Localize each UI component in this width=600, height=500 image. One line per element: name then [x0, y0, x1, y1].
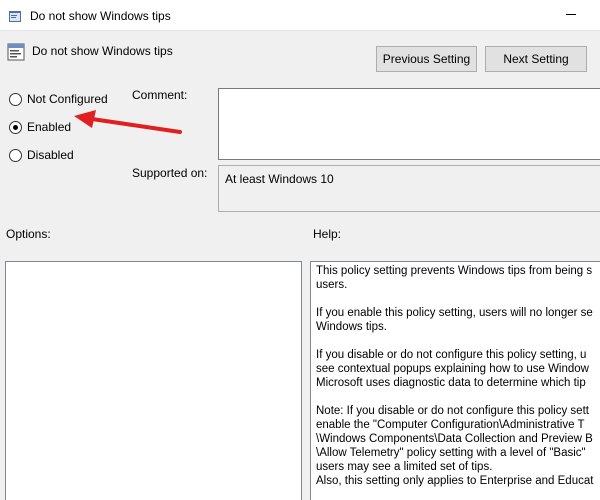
next-setting-button[interactable]: Next Setting	[485, 46, 587, 72]
title-bar[interactable]: Do not show Windows tips	[0, 0, 600, 31]
radio-not-configured-label: Not Configured	[27, 92, 108, 106]
help-label: Help:	[313, 227, 342, 241]
policy-dialog: Do not show Windows tips Do not show Win…	[0, 0, 600, 500]
radio-enabled-button[interactable]	[9, 120, 22, 134]
radio-enabled-label: Enabled	[27, 120, 72, 134]
options-panel[interactable]	[5, 261, 302, 500]
supported-on-label: Supported on:	[132, 166, 208, 180]
radio-not-configured-button[interactable]	[9, 92, 22, 106]
window-title: Do not show Windows tips	[30, 9, 171, 23]
policy-name: Do not show Windows tips	[32, 44, 173, 58]
radio-disabled-label: Disabled	[27, 148, 74, 162]
red-arrow-annotation	[74, 110, 182, 134]
radio-enabled[interactable]: Enabled	[9, 120, 71, 134]
group-policy-icon	[9, 11, 21, 22]
radio-not-configured[interactable]: Not Configured	[9, 92, 108, 106]
comment-field[interactable]	[218, 88, 600, 160]
supported-on-field: At least Windows 10	[218, 165, 600, 212]
minimize-button[interactable]	[566, 14, 576, 15]
help-panel[interactable]: This policy setting prevents Windows tip…	[310, 261, 600, 500]
comment-label: Comment:	[132, 88, 188, 102]
radio-disabled-button[interactable]	[9, 148, 22, 162]
help-text: This policy setting prevents Windows tip…	[316, 265, 594, 487]
policy-setting-icon	[7, 43, 25, 61]
radio-disabled[interactable]: Disabled	[9, 148, 74, 162]
previous-setting-button[interactable]: Previous Setting	[376, 46, 477, 72]
options-label: Options:	[6, 227, 51, 241]
